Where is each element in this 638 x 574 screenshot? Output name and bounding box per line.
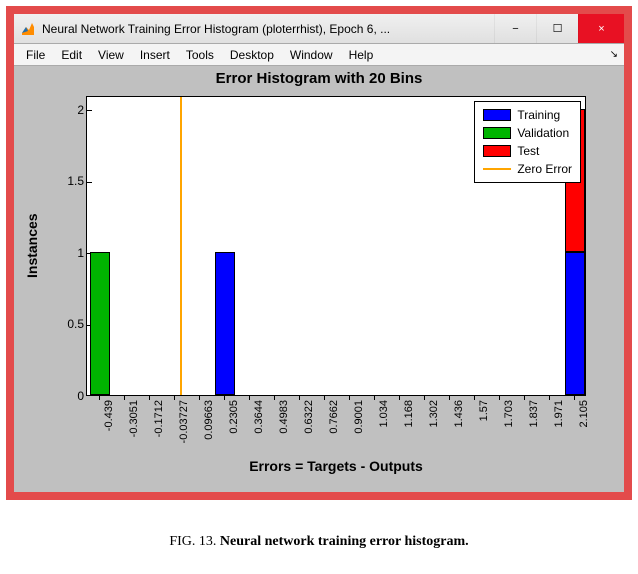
x-tick-mark: [424, 396, 425, 400]
legend-item-training: Training: [483, 106, 572, 124]
x-tick-label: 1.837: [528, 400, 540, 428]
x-tick-label: 1.034: [378, 400, 390, 428]
x-tick-label: 0.7662: [328, 400, 340, 434]
x-tick-mark: [499, 396, 500, 400]
swatch-zero-line: [483, 168, 511, 170]
x-tick-mark: [374, 396, 375, 400]
swatch-test: [483, 145, 511, 157]
menu-desktop[interactable]: Desktop: [222, 48, 282, 62]
legend-label: Test: [517, 144, 539, 158]
x-tick-mark: [99, 396, 100, 400]
legend-item-zero: Zero Error: [483, 160, 572, 178]
x-tick-mark: [224, 396, 225, 400]
x-tick-mark: [549, 396, 550, 400]
menu-bar: File Edit View Insert Tools Desktop Wind…: [14, 44, 624, 66]
y-axis-label: Instances: [24, 96, 40, 396]
x-tick-label: 1.168: [403, 400, 415, 428]
minimize-button[interactable]: −: [494, 14, 536, 43]
x-tick-label: 1.57: [478, 400, 490, 421]
figure-caption: FIG. 13. Neural network training error h…: [6, 534, 632, 550]
y-tick: 1: [54, 246, 84, 260]
highlight-border: Neural Network Training Error Histogram …: [6, 6, 632, 500]
menu-window[interactable]: Window: [282, 48, 341, 62]
legend-label: Validation: [517, 126, 569, 140]
swatch-validation: [483, 127, 511, 139]
zero-error-line: [180, 97, 182, 395]
x-tick-label: 2.105: [578, 400, 590, 428]
window-title: Neural Network Training Error Histogram …: [42, 22, 494, 36]
x-tick-mark: [524, 396, 525, 400]
y-tick: 0: [54, 389, 84, 403]
x-tick-label: -0.3051: [128, 400, 140, 437]
matlab-icon: [20, 21, 36, 37]
collapse-icon[interactable]: ↘: [610, 49, 618, 60]
y-tick: 0.5: [54, 317, 84, 331]
menu-file[interactable]: File: [18, 48, 53, 62]
x-tick-label: 0.6322: [303, 400, 315, 434]
legend-item-validation: Validation: [483, 124, 572, 142]
window-controls: − ☐ ×: [494, 14, 624, 43]
menu-tools[interactable]: Tools: [178, 48, 222, 62]
axes[interactable]: Training Validation Test Zero Error: [86, 96, 586, 396]
x-tick-mark: [149, 396, 150, 400]
bar-validation: [90, 252, 110, 395]
legend-label: Zero Error: [517, 162, 572, 176]
legend-label: Training: [517, 108, 560, 122]
x-tick-label: 0.3644: [253, 400, 265, 434]
y-tick: 2: [54, 103, 84, 117]
x-tick-mark: [574, 396, 575, 400]
menu-insert[interactable]: Insert: [132, 48, 178, 62]
x-tick-mark: [174, 396, 175, 400]
x-tick-label: 1.302: [428, 400, 440, 428]
x-tick-label: 1.971: [553, 400, 565, 428]
close-button[interactable]: ×: [578, 14, 624, 43]
x-tick-mark: [349, 396, 350, 400]
menu-help[interactable]: Help: [341, 48, 382, 62]
x-tick-label: -0.1712: [153, 400, 165, 437]
figure-area: Error Histogram with 20 Bins Instances E…: [14, 66, 624, 492]
x-tick-label: 0.09663: [203, 400, 215, 440]
x-tick-label: -0.03727: [178, 400, 190, 443]
x-tick-label: 1.703: [503, 400, 515, 428]
menu-edit[interactable]: Edit: [53, 48, 90, 62]
x-tick-mark: [249, 396, 250, 400]
x-tick-mark: [399, 396, 400, 400]
x-tick-label: 0.4983: [278, 400, 290, 434]
screenshot-frame: Neural Network Training Error Histogram …: [0, 0, 638, 574]
x-tick-label: 1.436: [453, 400, 465, 428]
maximize-button[interactable]: ☐: [536, 14, 578, 43]
y-tick: 1.5: [54, 174, 84, 188]
legend[interactable]: Training Validation Test Zero Error: [474, 101, 581, 183]
x-tick-mark: [299, 396, 300, 400]
x-tick-mark: [474, 396, 475, 400]
x-tick-mark: [124, 396, 125, 400]
chart-title: Error Histogram with 20 Bins: [14, 66, 624, 87]
bar-training: [565, 252, 585, 395]
menu-view[interactable]: View: [90, 48, 132, 62]
x-tick-label: -0.439: [103, 400, 115, 431]
window-titlebar: Neural Network Training Error Histogram …: [14, 14, 624, 44]
legend-item-test: Test: [483, 142, 572, 160]
x-tick-mark: [199, 396, 200, 400]
x-tick-label: 0.9001: [353, 400, 365, 434]
x-tick-label: 0.2305: [228, 400, 240, 434]
x-tick-mark: [324, 396, 325, 400]
swatch-training: [483, 109, 511, 121]
bar-training: [215, 252, 235, 395]
x-tick-mark: [274, 396, 275, 400]
x-tick-mark: [449, 396, 450, 400]
x-axis-label: Errors = Targets - Outputs: [86, 458, 586, 474]
